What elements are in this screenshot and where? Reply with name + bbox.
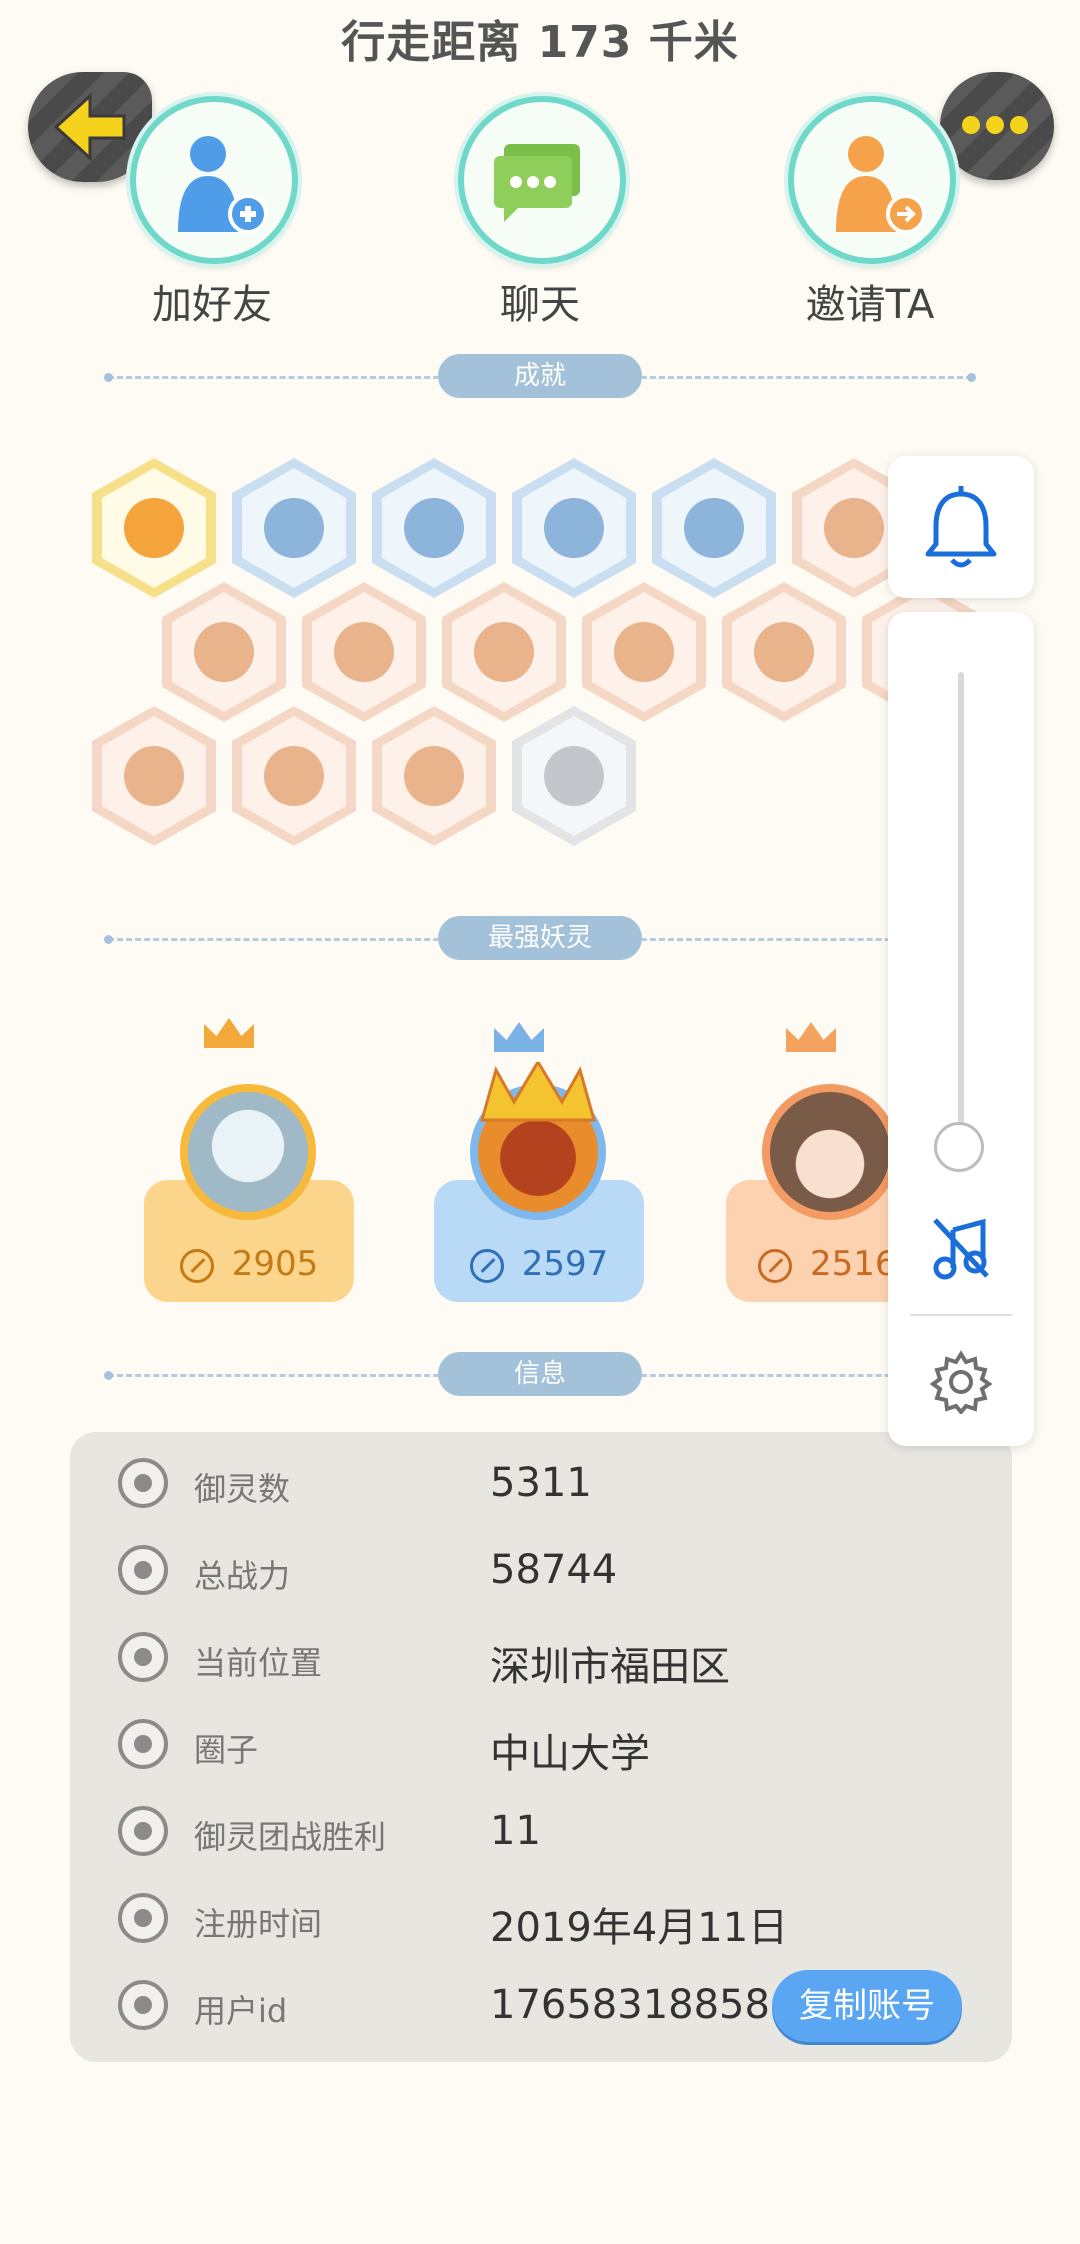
info-panel: 御灵数 5311 总战力 58744 当前位置 深圳市福田区 圈子 中山大学 御… — [70, 1432, 1012, 2062]
achievements-section-title: 成就 — [438, 354, 642, 398]
invite-button[interactable]: 邀请TA — [788, 96, 956, 330]
more-button[interactable] — [940, 72, 1054, 180]
info-key: 御灵数 — [194, 1470, 291, 1508]
achievement-badge[interactable] — [92, 458, 216, 598]
info-value: 深圳市福田区 — [490, 1644, 730, 1690]
info-key: 当前位置 — [194, 1644, 323, 1682]
achievement-badge[interactable] — [442, 582, 566, 722]
achievement-badge[interactable] — [92, 706, 216, 846]
info-key: 用户id — [194, 1992, 288, 2030]
crown-icon — [786, 1022, 836, 1052]
spirit-power: 2516 — [810, 1244, 897, 1284]
notification-panel[interactable] — [888, 456, 1034, 598]
info-value: 58744 — [490, 1547, 618, 1593]
crown-icon — [494, 1022, 544, 1052]
spirit-avatar[interactable] — [762, 1084, 898, 1220]
chat-icon — [494, 144, 580, 222]
volume-slider-handle[interactable] — [934, 1122, 984, 1172]
info-key: 御灵团战胜利 — [194, 1818, 387, 1856]
invite-label: 邀请TA — [805, 282, 935, 328]
achievement-badge[interactable] — [232, 706, 356, 846]
info-row: 注册时间 2019年4月11日 — [70, 1875, 1012, 1963]
copy-account-button[interactable]: 复制账号 — [772, 1970, 962, 2042]
achievement-badge[interactable] — [162, 582, 286, 722]
info-value: 11 — [490, 1808, 541, 1854]
info-row: 御灵团战胜利 11 — [70, 1788, 1012, 1876]
spirit-power: 2905 — [231, 1244, 319, 1284]
sword-icon — [179, 1248, 214, 1283]
achievement-badge[interactable] — [722, 582, 846, 722]
circle-icon — [118, 1719, 168, 1769]
info-value: 中山大学 — [490, 1731, 650, 1777]
info-value: 5311 — [490, 1460, 592, 1506]
sword-icon — [118, 1545, 168, 1595]
spirit-count-icon — [118, 1458, 168, 1508]
achievement-badge[interactable] — [302, 582, 426, 722]
settings-gear-icon[interactable] — [929, 1350, 993, 1414]
info-value: 2019年4月11日 — [490, 1905, 789, 1951]
location-pin-icon — [118, 1632, 168, 1682]
info-key: 注册时间 — [194, 1905, 323, 1943]
volume-panel — [888, 612, 1034, 1446]
spirit-avatar[interactable] — [180, 1084, 316, 1220]
add-friend-button[interactable]: 加好友 — [130, 96, 298, 330]
achievement-badge[interactable] — [232, 458, 356, 598]
info-row: 御灵数 5311 — [70, 1440, 1012, 1528]
achievement-badge[interactable] — [512, 706, 636, 846]
walk-distance-title: 行走距离 173 千米 — [341, 17, 739, 68]
volume-slider-track[interactable] — [958, 672, 964, 1152]
achievement-badge[interactable] — [582, 582, 706, 722]
invite-icon — [836, 136, 926, 234]
info-row: 圈子 中山大学 — [70, 1701, 1012, 1789]
spirit-power: 2597 — [521, 1244, 609, 1284]
crown-icon — [204, 1018, 254, 1048]
info-key: 总战力 — [194, 1557, 291, 1595]
sword-icon — [469, 1248, 504, 1283]
music-muted-icon[interactable] — [931, 1216, 991, 1280]
team-battle-icon — [118, 1806, 168, 1856]
info-row: 当前位置 深圳市福田区 — [70, 1614, 1012, 1702]
flame-crest-icon — [480, 1062, 596, 1122]
achievement-badge[interactable] — [372, 458, 496, 598]
achievement-badge[interactable] — [512, 458, 636, 598]
chat-label: 聊天 — [500, 282, 580, 328]
sword-icon — [758, 1248, 792, 1283]
bell-icon — [925, 486, 997, 568]
info-row: 用户id 17658318858 复制账号 — [70, 1962, 1012, 2050]
info-key: 圈子 — [194, 1731, 259, 1769]
clock-icon — [118, 1893, 168, 1943]
user-id-icon — [118, 1980, 168, 2030]
achievement-badge[interactable] — [372, 706, 496, 846]
info-section-title: 信息 — [438, 1352, 642, 1396]
strongest-section-title: 最强妖灵 — [438, 916, 642, 960]
achievement-badge[interactable] — [652, 458, 776, 598]
panel-divider — [910, 1314, 1012, 1316]
chat-button[interactable]: 聊天 — [458, 96, 626, 330]
add-friend-label: 加好友 — [152, 282, 272, 328]
more-dots-icon — [962, 116, 1034, 138]
info-row: 总战力 58744 — [70, 1527, 1012, 1615]
info-value: 17658318858 — [490, 1982, 770, 2028]
add-friend-icon — [178, 136, 268, 234]
